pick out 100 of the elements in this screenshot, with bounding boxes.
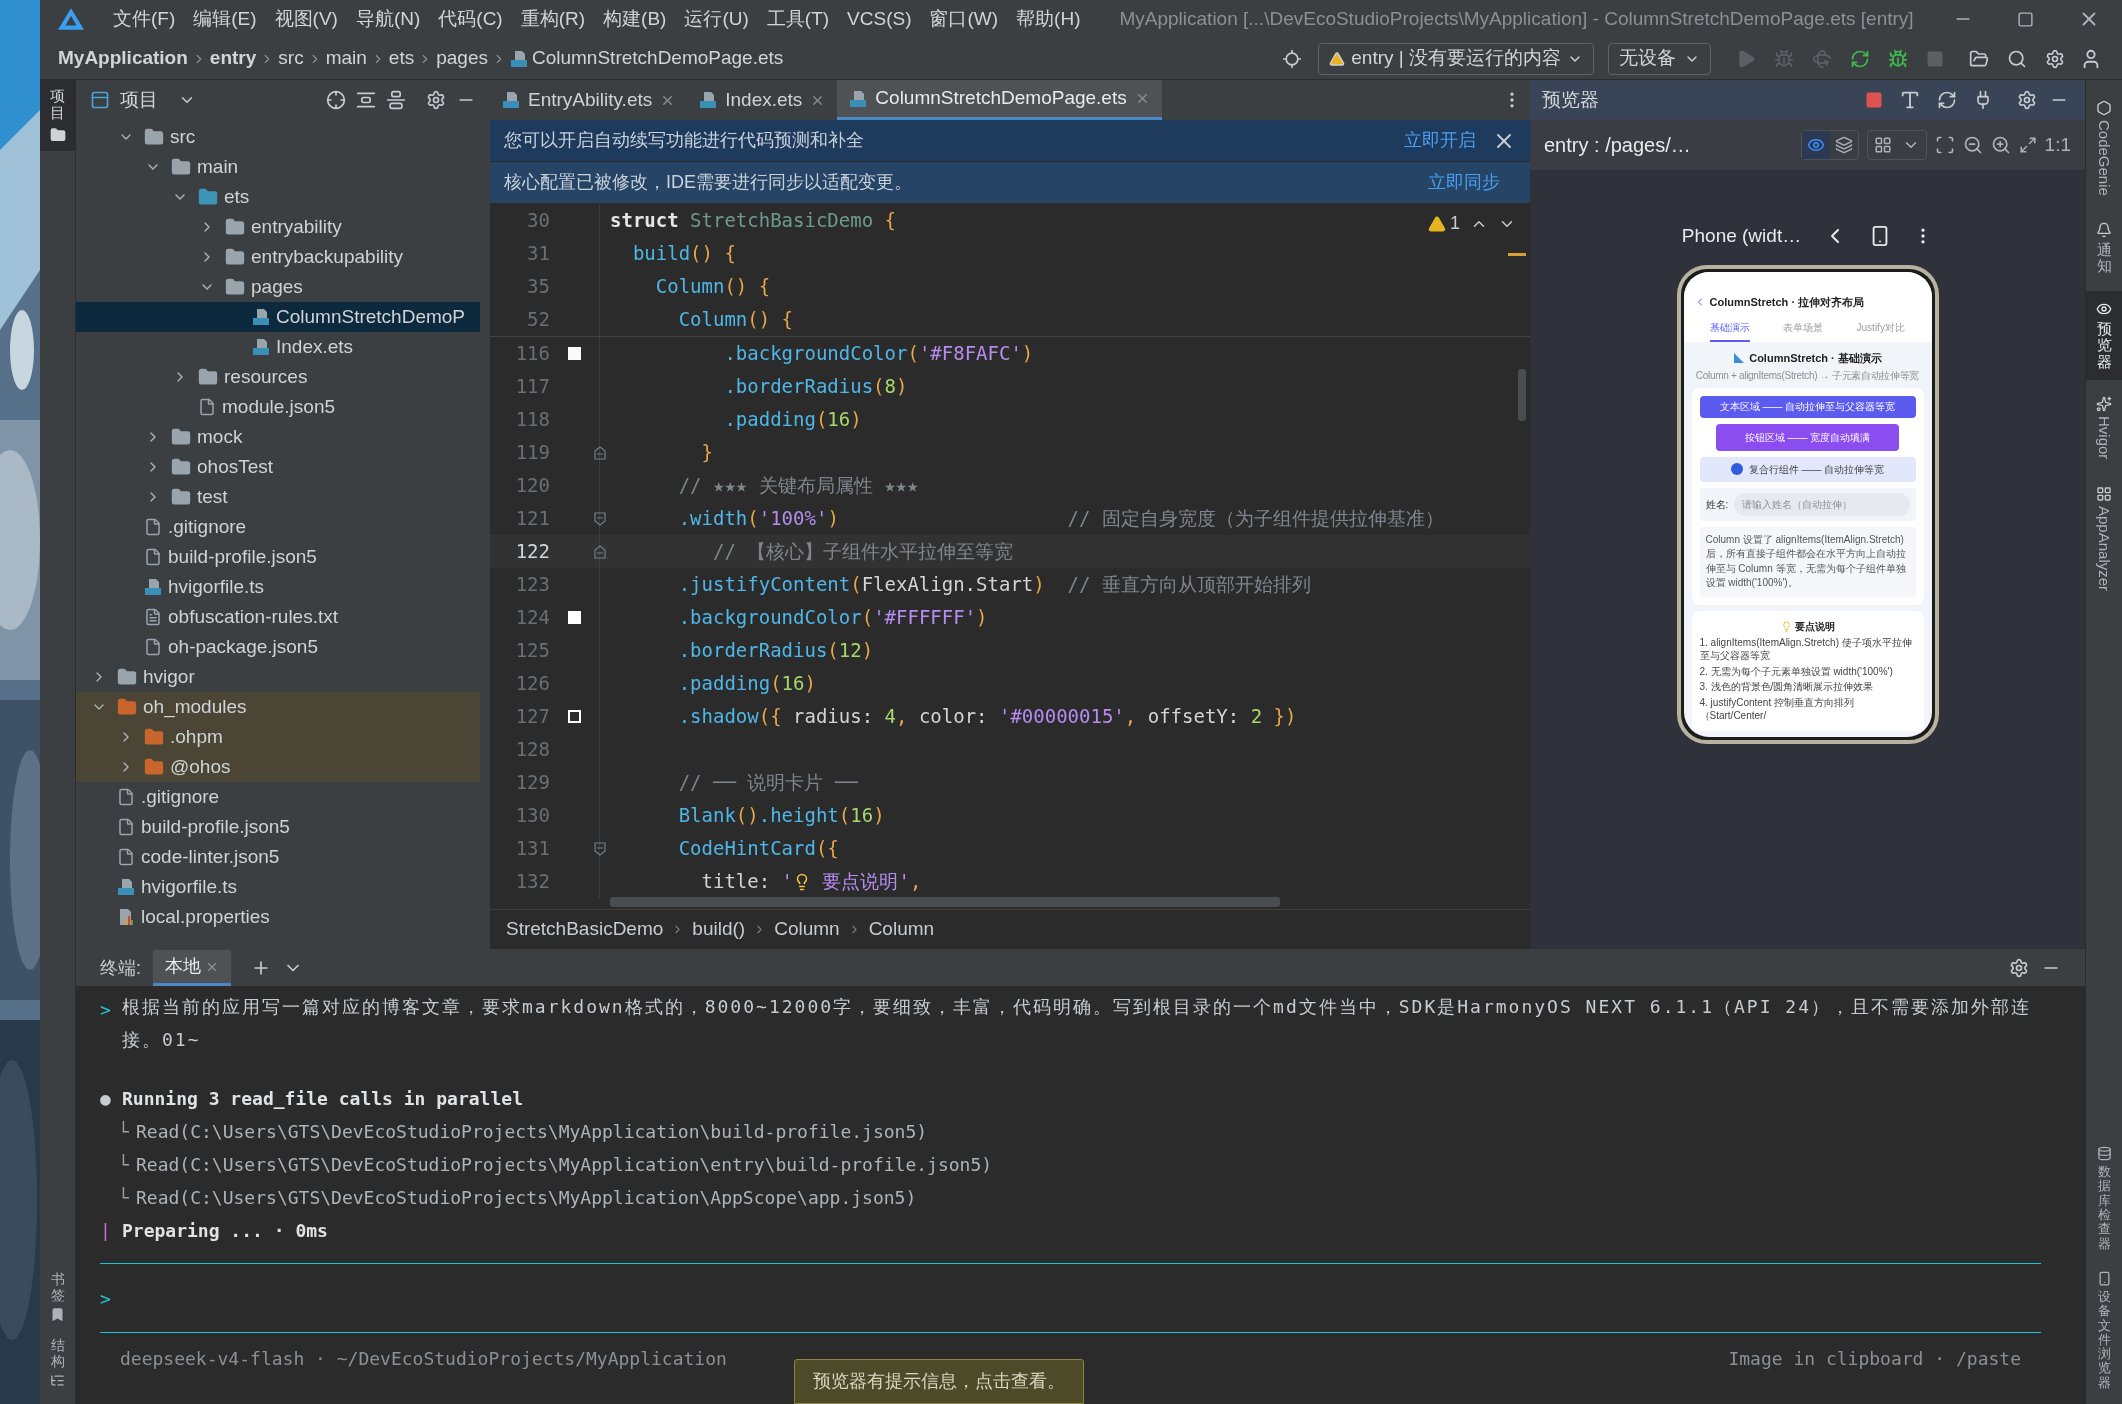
banner-link[interactable]: 立即同步 (1428, 169, 1500, 196)
stop-icon[interactable] (1865, 91, 1883, 109)
breadcrumb-item[interactable]: ets (388, 44, 415, 73)
collapse-all-icon[interactable] (386, 90, 406, 110)
inspector-button[interactable] (1801, 131, 1830, 159)
editor-tab[interactable]: ColumnStretchDemoPage.ets (837, 80, 1162, 120)
tool-tab[interactable]: CodeGenie (2086, 90, 2122, 206)
refresh-icon[interactable] (1937, 90, 1957, 110)
tree-item[interactable]: module.json5 (76, 392, 480, 422)
tree-item[interactable]: hvigorfile.ts (76, 872, 480, 902)
frame-icon[interactable] (1934, 135, 1955, 155)
tree-item[interactable]: .gitignore (76, 782, 480, 812)
menu-item[interactable]: 文件(F) (104, 4, 185, 34)
breadcrumb-item[interactable]: main (325, 44, 367, 73)
menu-item[interactable]: 运行(U) (675, 4, 758, 34)
zoom-out-icon[interactable] (1962, 135, 1983, 155)
device-dropdown[interactable]: 无设备 (1608, 42, 1711, 75)
tool-tab[interactable]: AppAnalyzer (2086, 475, 2122, 601)
panel-title[interactable]: 项目 (120, 85, 158, 115)
tree-item[interactable]: oh-package.json5 (76, 632, 480, 662)
tool-tab-label[interactable]: 设备文件浏览器 (2097, 1289, 2111, 1390)
menu-item[interactable]: 导航(N) (346, 4, 430, 34)
maximize-icon[interactable] (2017, 10, 2034, 28)
name-field[interactable]: 请输入姓名（自动拉伸） (1734, 492, 1910, 516)
menu-item[interactable]: 重构(R) (511, 4, 595, 34)
editor-tab[interactable]: Index.ets (687, 80, 838, 120)
tool-tab[interactable]: 预览器 (2086, 290, 2122, 381)
warning-icon[interactable] (1428, 214, 1446, 233)
tree-item[interactable]: oh_modules (76, 692, 480, 722)
code-path-item[interactable]: Column (774, 915, 840, 944)
tree-item[interactable]: .gitignore (76, 512, 480, 542)
tree-item[interactable]: Index.ets (76, 332, 480, 362)
color-swatch[interactable] (568, 710, 581, 723)
tree-item[interactable]: resources (76, 362, 480, 392)
tool-tab-label[interactable]: 数据库检查器 (2097, 1165, 2111, 1251)
menu-item[interactable]: 视图(V) (265, 4, 347, 34)
fold-end-icon[interactable] (594, 445, 606, 460)
tool-tab[interactable]: 通知 (2086, 211, 2122, 285)
stretch-button[interactable]: 按钮区域 —— 宽度自动填满 (1715, 423, 1900, 451)
settings-icon[interactable] (426, 90, 446, 110)
code-path-item[interactable]: Column (868, 915, 935, 944)
color-swatch[interactable] (568, 611, 581, 624)
run-config-dropdown[interactable]: entry | 没有要运行的内容 (1318, 42, 1594, 75)
fit-icon[interactable] (2018, 136, 2037, 154)
breadcrumb-item[interactable]: MyApplication (58, 44, 188, 73)
tree-item[interactable]: mock (76, 422, 480, 452)
breadcrumb-item[interactable]: ColumnStretchDemoPage.ets (531, 44, 784, 73)
tree-item[interactable]: code-linter.json5 (76, 842, 480, 872)
tree-item[interactable]: ets (76, 182, 480, 212)
breadcrumb-item[interactable]: src (278, 44, 304, 73)
breadcrumb-item[interactable]: pages (436, 44, 488, 73)
code-path-item[interactable]: build() (692, 915, 746, 944)
tree-item[interactable]: build-profile.json5 (76, 542, 480, 572)
code-path-item[interactable]: StretchBasicDemo (506, 915, 664, 944)
color-swatch[interactable] (568, 347, 581, 360)
menu-item[interactable]: 工具(T) (757, 4, 839, 34)
tool-tab-label[interactable]: 项目 (50, 88, 65, 121)
settings-icon[interactable] (2017, 90, 2037, 110)
terminal-tab[interactable]: 本地 (153, 950, 231, 986)
tree-item[interactable]: build-profile.json5 (76, 812, 480, 842)
reload-icon[interactable] (1850, 48, 1870, 69)
project-structure-icon[interactable] (1969, 48, 1989, 69)
debug-reload-icon[interactable] (1888, 48, 1908, 69)
tree-item[interactable]: ohosTest (76, 452, 480, 482)
tree-item[interactable]: obfuscation-rules.txt (76, 602, 480, 632)
tree-item[interactable]: pages (76, 272, 480, 302)
tree-item[interactable]: test (76, 482, 480, 512)
banner-link[interactable]: 立即开启 (1404, 127, 1476, 154)
breadcrumb-item[interactable]: entry (209, 44, 257, 73)
tree-item[interactable]: ColumnStretchDemoP (76, 302, 480, 332)
actual-size-button[interactable]: 1:1 (2044, 130, 2071, 160)
font-size-icon[interactable] (1899, 89, 1921, 111)
menu-item[interactable]: 窗口(W) (920, 4, 1008, 34)
menu-item[interactable]: 帮助(H) (1007, 4, 1090, 34)
menu-item[interactable]: 构建(B) (594, 4, 676, 34)
project-tool-tab[interactable]: 项目 (40, 80, 75, 151)
tree-item[interactable]: @ohos (76, 752, 480, 782)
preview-toast[interactable]: 预览器有提示信息，点击查看。 (794, 1359, 1084, 1404)
zoom-in-icon[interactable] (1990, 135, 2011, 155)
horizontal-scrollbar[interactable] (610, 897, 1280, 907)
locate-icon[interactable] (326, 90, 346, 110)
search-icon[interactable] (2007, 48, 2027, 69)
settings-icon[interactable] (2009, 958, 2029, 978)
menu-item[interactable]: 编辑(E) (184, 4, 266, 34)
tool-tab-label[interactable]: 书签 (50, 1272, 65, 1304)
tree-item[interactable]: local.properties (76, 902, 480, 932)
tree-item[interactable]: hvigorfile.ts (76, 572, 480, 602)
tree-item[interactable]: hvigor (76, 662, 480, 692)
tool-tab[interactable]: Hvigor (2086, 386, 2122, 470)
tree-item[interactable]: main (76, 152, 480, 182)
layout-dropdown[interactable] (1866, 130, 1927, 160)
menu-item[interactable]: VCS(S) (838, 4, 921, 34)
fold-end-icon[interactable] (594, 544, 606, 559)
app-tab[interactable]: 基础演示 (1710, 320, 1751, 342)
fold-icon[interactable] (594, 511, 606, 526)
expand-all-icon[interactable] (356, 90, 376, 110)
tree-item[interactable]: .ohpm (76, 722, 480, 752)
editor-tab[interactable]: EntryAbility.ets (490, 80, 688, 120)
target-icon[interactable] (1282, 48, 1303, 69)
input-box[interactable]: > (100, 1263, 2041, 1333)
